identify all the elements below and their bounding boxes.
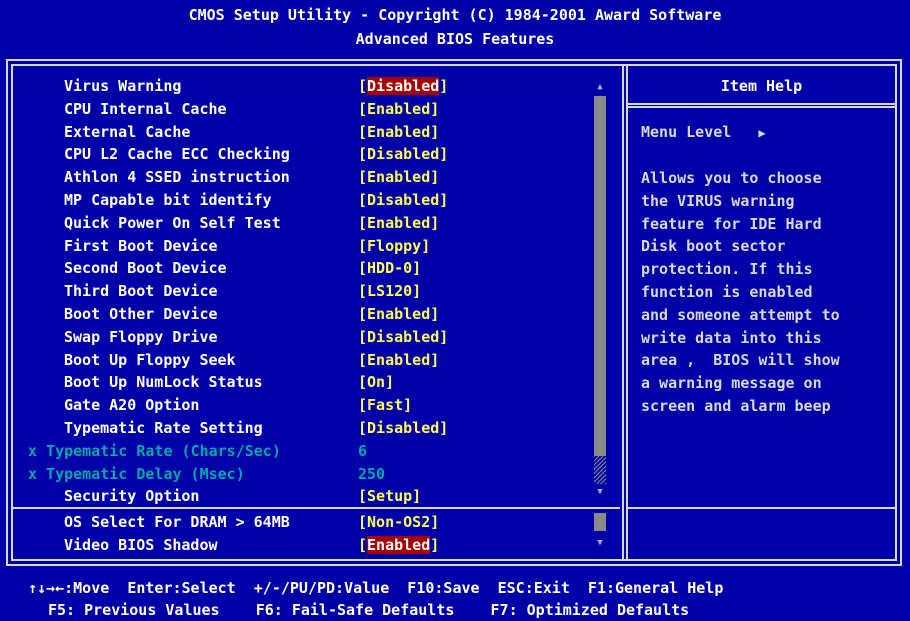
- setting-label: Virus Warning: [64, 77, 182, 95]
- setting-label: Video BIOS Shadow: [64, 535, 218, 554]
- help-title: Item Help: [720, 77, 803, 95]
- help-line: protection. If this: [641, 260, 813, 279]
- setting-label: MP Capable bit identify: [64, 191, 272, 209]
- selected-value[interactable]: Disabled: [367, 77, 440, 95]
- setting-label: Quick Power On Self Test: [64, 213, 281, 232]
- selected-value[interactable]: Enabled: [367, 535, 431, 554]
- setting-label: CPU L2 Cache ECC Checking: [64, 145, 290, 164]
- setting-label: Gate A20 Option: [64, 396, 200, 415]
- setting-value[interactable]: [Enabled]: [358, 534, 439, 556]
- setting-label: Swap Floppy Drive: [64, 327, 218, 346]
- help-line: a warning message on: [641, 374, 822, 393]
- setting-value[interactable]: [Floppy]: [358, 235, 430, 257]
- scroll-down-arrow-lower-icon[interactable]: ▼: [594, 538, 606, 548]
- setting-label: Typematic Rate Setting: [64, 419, 263, 437]
- setting-value: 250: [358, 464, 386, 483]
- setting-label: Second Boot Device: [64, 259, 227, 278]
- setting-label: OS Select For DRAM > 64MB: [64, 513, 290, 531]
- help-line: Allows you to choose: [641, 169, 822, 187]
- setting-value: 6: [358, 441, 368, 460]
- footer-keys-line1: ↑↓→←:Move Enter:Select +/-/PU/PD:Value F…: [28, 579, 724, 597]
- help-line: the VIRUS warning: [641, 191, 795, 210]
- setting-value[interactable]: [HDD-0]: [358, 257, 421, 279]
- scrollbar-thumb[interactable]: [594, 96, 606, 456]
- bracket-open: [: [358, 535, 368, 554]
- setting-label: x Typematic Delay (Msec): [28, 464, 245, 483]
- setting-value[interactable]: [Enabled]: [358, 121, 439, 143]
- title-copyright: CMOS Setup Utility - Copyright (C) 1984-…: [188, 6, 722, 24]
- bracket-close: ]: [439, 77, 449, 95]
- bracket-close: ]: [430, 535, 440, 554]
- setting-value[interactable]: [Enabled]: [358, 303, 439, 325]
- help-line: write data into this: [641, 328, 822, 347]
- help-line: function is enabled: [641, 283, 813, 301]
- setting-label: Athlon 4 SSED instruction: [64, 168, 290, 187]
- setting-label: CPU Internal Cache: [64, 99, 227, 118]
- menu-level-arrow-icon: ▶: [758, 126, 766, 140]
- setting-value[interactable]: [Disabled]: [358, 417, 448, 439]
- help-line: feature for IDE Hard: [641, 214, 822, 233]
- setting-label: External Cache: [64, 122, 191, 141]
- setting-label: Third Boot Device: [64, 282, 218, 301]
- setting-label: Boot Other Device: [64, 305, 218, 323]
- help-line: Disk boot sector: [641, 237, 786, 256]
- setting-label: First Boot Device: [64, 236, 218, 255]
- panel-divider: [622, 64, 628, 561]
- setting-value[interactable]: [Disabled]: [358, 189, 448, 211]
- setting-value[interactable]: [Disabled]: [358, 75, 448, 97]
- setting-label: Boot Up Floppy Seek: [64, 350, 236, 369]
- setting-value[interactable]: [On]: [358, 371, 394, 393]
- help-line: area , BIOS will show: [641, 351, 840, 370]
- setting-value[interactable]: [Setup]: [358, 485, 421, 507]
- page-title: Advanced BIOS Features: [355, 30, 555, 48]
- menu-level: Menu Level ▶: [641, 121, 766, 143]
- setting-value[interactable]: [Enabled]: [358, 166, 439, 188]
- setting-label: Boot Up NumLock Status: [64, 373, 263, 392]
- help-bottom-separator: [628, 507, 895, 509]
- footer-keys-line2: F5: Previous Values F6: Fail-Safe Defaul…: [48, 601, 690, 619]
- setting-value[interactable]: [Disabled]: [358, 326, 448, 348]
- setting-value[interactable]: [Enabled]: [358, 349, 439, 371]
- menu-level-label: Menu Level: [641, 123, 732, 141]
- setting-value[interactable]: [Disabled]: [358, 143, 448, 165]
- bracket-open: [: [358, 77, 368, 95]
- setting-value[interactable]: [Non-OS2]: [358, 511, 439, 533]
- setting-value[interactable]: [Fast]: [358, 394, 412, 416]
- setting-label: Security Option: [64, 487, 200, 506]
- setting-value[interactable]: [Enabled]: [358, 212, 439, 234]
- help-line: screen and alarm beep: [641, 397, 831, 415]
- setting-value[interactable]: [Enabled]: [358, 98, 439, 120]
- setting-value[interactable]: [LS120]: [358, 280, 421, 302]
- scrollbar-track[interactable]: [594, 456, 606, 484]
- scroll-down-arrow-icon[interactable]: ▼: [594, 487, 606, 497]
- title-bar: CMOS Setup Utility - Copyright (C) 1984-…: [0, 0, 910, 57]
- help-line: and someone attempt to: [641, 305, 840, 324]
- scroll-up-arrow-icon[interactable]: ▲: [594, 82, 606, 92]
- setting-label: x Typematic Rate (Chars/Sec): [28, 441, 281, 460]
- scrollbar-thumb-lower[interactable]: [594, 513, 606, 531]
- help-title-separator: [628, 103, 895, 108]
